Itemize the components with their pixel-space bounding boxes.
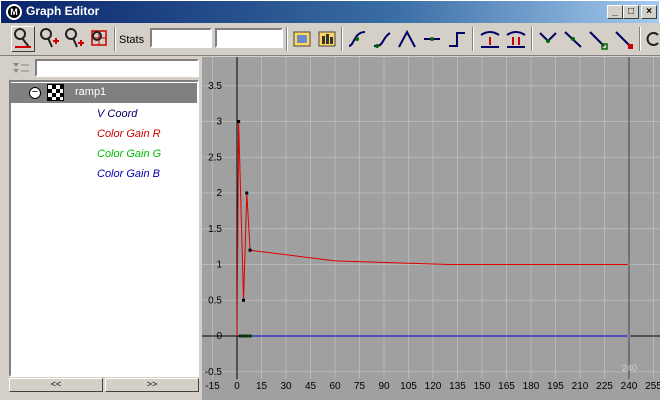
toolbar-separator [341,27,343,51]
spline-tangents-icon[interactable] [345,26,369,52]
scroll-left-button[interactable]: << [9,378,103,392]
insert-key-tool-icon[interactable] [62,26,86,52]
x-tick-label: -15 [205,381,220,392]
flat-tangents-icon[interactable] [420,26,444,52]
y-tick-label: 1 [216,260,222,271]
x-tick-label: 240 [621,381,638,392]
clamped-tangents-icon[interactable] [370,26,394,52]
x-tick-label: 165 [498,381,515,392]
y-tick-label: -0.5 [205,367,223,378]
maximize-button[interactable]: □ [623,5,639,19]
toolbar-separator [639,27,641,51]
attribute-v-coord[interactable]: V Coord [97,108,137,120]
x-tick-label: 210 [572,381,589,392]
stats-label: Stats [119,34,145,46]
attribute-color-gain-g[interactable]: Color Gain G [97,148,161,160]
curve-key[interactable] [248,334,252,338]
swap-buffer-curves-icon[interactable] [504,26,528,52]
buffer-curve-snapshot-icon[interactable] [478,26,502,52]
y-tick-label: 0 [216,331,222,342]
close-button[interactable]: × [641,5,657,19]
frame-all-icon[interactable] [290,26,314,52]
cycle-icon[interactable] [643,26,660,52]
x-tick-label: 75 [354,381,366,392]
curve-key[interactable] [245,334,249,338]
y-tick-label: 3 [216,117,222,128]
x-tick-label: 105 [400,381,417,392]
x-tick-label: 195 [547,381,564,392]
collapse-icon[interactable]: − [29,87,41,99]
attribute-color-gain-b[interactable]: Color Gain B [97,168,160,180]
curve-graph-view[interactable]: -15 0 15 30 45 60 75 90 105 120 135 150 165 180 195 210… [202,57,660,400]
x-tick-label: 150 [474,381,491,392]
frame-playback-range-icon[interactable] [315,26,339,52]
curve-key[interactable] [242,298,246,302]
x-tick-label: 60 [329,381,341,392]
x-tick-label: 15 [256,381,268,392]
curve-graph-canvas[interactable]: -15 0 15 30 45 60 75 90 105 120 135 150 165 180 195 210… [202,57,660,400]
lock-tangent-weight-icon[interactable] [612,26,636,52]
curve-key[interactable] [242,334,246,338]
outliner-scrollbar: << >> [9,378,199,392]
toolbar-separator [531,27,533,51]
x-tick-label: 225 [596,381,613,392]
x-tick-label: 180 [523,381,540,392]
x-tick-label: 135 [449,381,466,392]
curve-key[interactable] [248,248,252,252]
y-tick-label: 0.5 [208,295,222,306]
attribute-color-gain-r[interactable]: Color Gain R [97,128,161,140]
curve-key[interactable] [238,334,242,338]
x-tick-label: 90 [378,381,390,392]
y-tick-label: 2 [216,188,222,199]
unify-tangents-icon[interactable] [561,26,585,52]
linear-tangents-icon[interactable] [395,26,419,52]
add-key-tool-icon[interactable] [37,26,61,52]
ramp-texture-icon [47,84,64,101]
minimize-button[interactable]: _ [607,5,623,19]
current-frame-readout: 240 [622,363,637,373]
curve-key[interactable] [245,191,249,195]
window-title: Graph Editor [26,4,100,18]
curve-key[interactable] [627,334,631,338]
graph-editor-toolbar: Stats [0,23,660,56]
toolbar-separator [286,27,288,51]
x-tick-label: 30 [280,381,292,392]
y-tick-label: 2.5 [208,152,222,163]
outliner-node-row[interactable]: − ramp1 [11,83,197,103]
stats-frame-field[interactable] [150,28,212,48]
title-bar: M Graph Editor _ □ × [0,0,660,23]
y-tick-label: 3.5 [208,81,222,92]
x-tick-label: 45 [305,381,317,392]
x-tick-label: 0 [234,381,240,392]
toolbar-separator [472,27,474,51]
curve-key[interactable] [237,120,241,123]
maya-app-icon[interactable]: M [6,4,22,20]
stats-value-field[interactable] [215,28,283,48]
node-label: ramp1 [75,86,107,98]
toolbar-separator [114,27,116,51]
x-tick-label: 120 [425,381,442,392]
outliner-list[interactable]: − ramp1 V Coord Color Gain R Color Gain … [9,80,199,377]
lattice-deform-tool-icon[interactable] [87,26,111,52]
stepped-tangents-icon[interactable] [445,26,469,52]
x-tick-label: 255 [645,381,660,392]
outliner-search-input[interactable] [35,59,199,77]
free-tangent-weight-icon[interactable] [586,26,610,52]
graph-outliner: − ramp1 V Coord Color Gain R Color Gain … [9,57,199,392]
break-tangents-icon[interactable] [536,26,560,52]
y-tick-label: 1.5 [208,224,222,235]
curve-key[interactable] [627,263,631,266]
filter-icon[interactable] [11,60,31,78]
scroll-right-button[interactable]: >> [105,378,199,392]
move-key-tool-icon[interactable] [11,26,35,52]
